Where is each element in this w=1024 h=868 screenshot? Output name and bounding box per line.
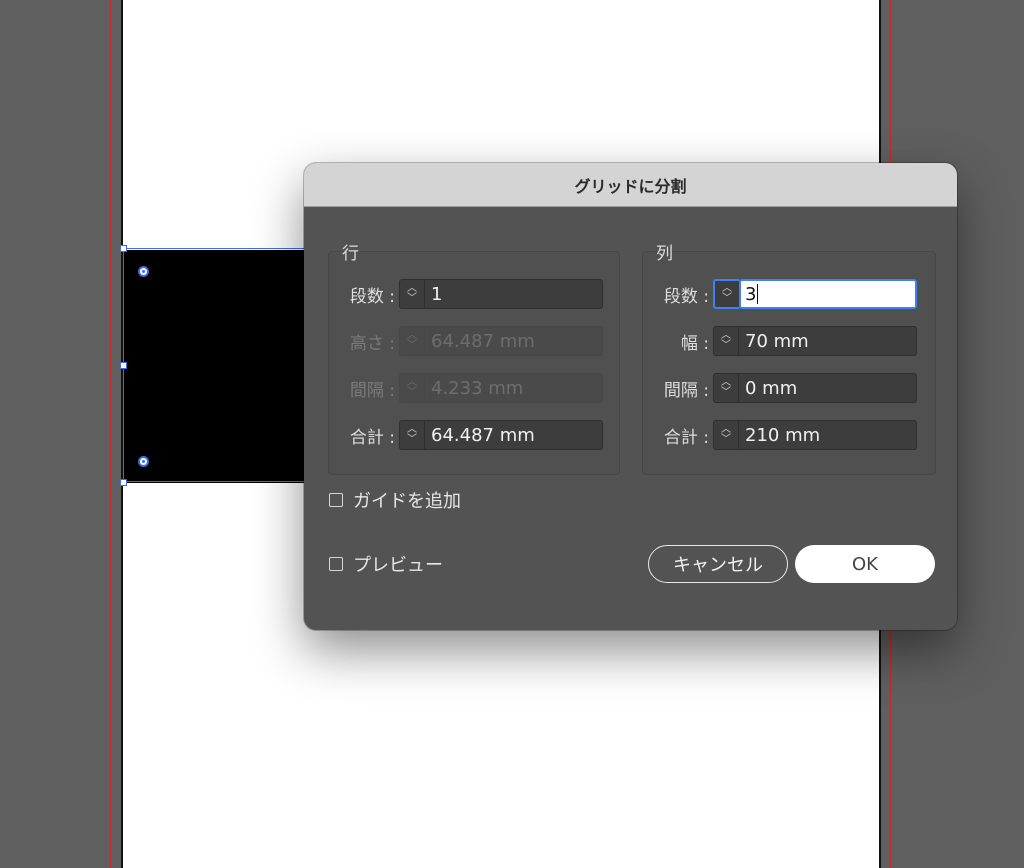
rows-gutter-input: 4.233 mm	[425, 373, 603, 403]
chevron-down-icon[interactable]: ﹀	[721, 435, 731, 445]
columns-gutter-row: 間隔 : ︿ ﹀ 0 mm	[643, 373, 917, 403]
dialog-title: グリッドに分割	[304, 163, 957, 207]
ok-button[interactable]: OK	[795, 545, 935, 583]
columns-group-title: 列	[656, 244, 673, 264]
preview-checkbox[interactable]: プレビュー	[329, 551, 443, 577]
columns-count-input[interactable]: 3	[739, 279, 917, 309]
bleed-guide-left	[110, 0, 111, 868]
rows-total-row: 合計 : ︿ ﹀ 64.487 mm	[329, 420, 603, 450]
columns-width-row: 幅 : ︿ ﹀ 70 mm	[643, 326, 917, 356]
columns-total-input[interactable]: 210 mm	[739, 420, 917, 450]
add-guides-checkbox[interactable]: ガイドを追加	[329, 487, 461, 513]
rows-count-input[interactable]: 1	[425, 279, 603, 309]
columns-width-label: 幅 :	[680, 333, 709, 354]
live-corner-widget-bottom[interactable]	[138, 456, 149, 467]
rows-group-title: 行	[342, 244, 359, 264]
checkbox-unchecked-icon[interactable]	[329, 557, 343, 571]
resize-handle-bottom-left[interactable]	[120, 479, 127, 486]
resize-handle-middle-left[interactable]	[120, 362, 127, 369]
rows-height-stepper: ︿ ﹀	[399, 326, 425, 356]
columns-width-stepper[interactable]: ︿ ﹀	[713, 326, 739, 356]
columns-count-row: 段数 : ︿ ﹀ 3	[643, 279, 917, 309]
chevron-down-icon[interactable]: ﹀	[407, 294, 417, 304]
columns-total-stepper[interactable]: ︿ ﹀	[713, 420, 739, 450]
chevron-down-icon: ﹀	[407, 387, 417, 398]
rows-gutter-label: 間隔 :	[349, 380, 395, 401]
rows-count-label: 段数 :	[349, 286, 395, 307]
chevron-down-icon[interactable]: ﹀	[722, 294, 732, 304]
chevron-down-icon[interactable]: ﹀	[721, 388, 731, 398]
chevron-down-icon: ﹀	[407, 340, 417, 351]
split-into-grid-dialog: グリッドに分割 段数 : ︿ ﹀ 1 高さ : ︿ ﹀ 64.487 mm 間隔 :…	[304, 163, 957, 630]
checkbox-unchecked-icon[interactable]	[329, 493, 343, 507]
rows-count-stepper[interactable]: ︿ ﹀	[399, 279, 425, 309]
columns-total-label: 合計 :	[663, 427, 709, 448]
text-caret	[757, 284, 759, 304]
columns-group: 段数 : ︿ ﹀ 3 幅 : ︿ ﹀ 70 mm 間隔 : ︿ ﹀ 0 mm 合計 :…	[642, 251, 936, 475]
cancel-button[interactable]: キャンセル	[648, 545, 788, 583]
columns-count-stepper[interactable]: ︿ ﹀	[713, 279, 739, 309]
add-guides-label: ガイドを追加	[353, 491, 461, 512]
columns-count-label: 段数 :	[663, 286, 709, 307]
rows-gutter-stepper: ︿ ﹀	[399, 373, 425, 403]
rows-height-input: 64.487 mm	[425, 326, 603, 356]
rows-height-label: 高さ :	[349, 333, 395, 354]
columns-gutter-stepper[interactable]: ︿ ﹀	[713, 373, 739, 403]
chevron-down-icon[interactable]: ﹀	[407, 435, 417, 445]
columns-total-row: 合計 : ︿ ﹀ 210 mm	[643, 420, 917, 450]
rows-count-row: 段数 : ︿ ﹀ 1	[329, 279, 603, 309]
rows-total-label: 合計 :	[349, 427, 395, 448]
rows-total-input[interactable]: 64.487 mm	[425, 420, 603, 450]
rows-total-stepper[interactable]: ︿ ﹀	[399, 420, 425, 450]
columns-gutter-input[interactable]: 0 mm	[739, 373, 917, 403]
rows-group: 段数 : ︿ ﹀ 1 高さ : ︿ ﹀ 64.487 mm 間隔 : ︿ ﹀ 4.23…	[328, 251, 620, 475]
columns-width-input[interactable]: 70 mm	[739, 326, 917, 356]
columns-count-value: 3	[745, 283, 757, 305]
columns-gutter-label: 間隔 :	[663, 380, 709, 401]
rows-gutter-row: 間隔 : ︿ ﹀ 4.233 mm	[329, 373, 603, 403]
rows-height-row: 高さ : ︿ ﹀ 64.487 mm	[329, 326, 603, 356]
chevron-down-icon[interactable]: ﹀	[721, 341, 731, 351]
live-corner-widget-top[interactable]	[138, 266, 149, 277]
resize-handle-top-left[interactable]	[120, 245, 127, 252]
preview-label: プレビュー	[353, 555, 443, 576]
